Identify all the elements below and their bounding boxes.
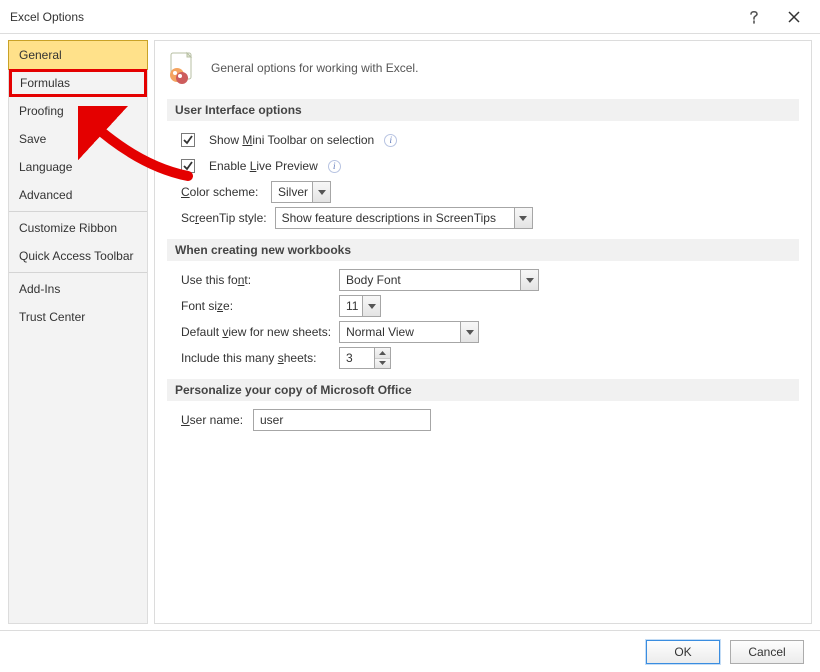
sidebar-item-language[interactable]: Language bbox=[9, 153, 147, 181]
sidebar-item-customize-ribbon[interactable]: Customize Ribbon bbox=[9, 214, 147, 242]
sidebar-item-advanced[interactable]: Advanced bbox=[9, 181, 147, 209]
font-size-select[interactable]: 11 bbox=[339, 295, 381, 317]
color-scheme-select[interactable]: Silver bbox=[271, 181, 331, 203]
screentip-style-row: ScreenTip style: Show feature descriptio… bbox=[181, 207, 799, 229]
user-name-label: User name: bbox=[181, 413, 245, 427]
enable-live-preview-label: Enable Live Preview bbox=[209, 159, 318, 173]
chevron-down-icon bbox=[520, 270, 538, 290]
default-font-select[interactable]: Body Font bbox=[339, 269, 539, 291]
default-view-select[interactable]: Normal View bbox=[339, 321, 479, 343]
help-button[interactable] bbox=[734, 2, 774, 32]
enable-live-preview-checkbox[interactable] bbox=[181, 159, 195, 173]
category-sidebar: GeneralFormulasProofingSaveLanguageAdvan… bbox=[8, 40, 148, 624]
section-header-personalize: Personalize your copy of Microsoft Offic… bbox=[167, 379, 799, 401]
user-name-input[interactable]: user bbox=[253, 409, 431, 431]
general-options-icon bbox=[167, 51, 201, 85]
titlebar: Excel Options bbox=[0, 0, 820, 34]
color-scheme-row: Color scheme: Silver bbox=[181, 181, 799, 203]
page-header: General options for working with Excel. bbox=[167, 51, 799, 85]
chevron-down-icon bbox=[460, 322, 478, 342]
spinner-up-icon[interactable] bbox=[375, 348, 390, 359]
dialog-footer: OK Cancel bbox=[0, 630, 820, 672]
ok-button[interactable]: OK bbox=[646, 640, 720, 664]
content-panel: General options for working with Excel. … bbox=[154, 40, 812, 624]
font-size-row: Font size: 11 bbox=[181, 295, 799, 317]
screentip-style-select[interactable]: Show feature descriptions in ScreenTips bbox=[275, 207, 533, 229]
default-font-label: Use this font: bbox=[181, 273, 331, 287]
cancel-button[interactable]: Cancel bbox=[730, 640, 804, 664]
close-button[interactable] bbox=[774, 2, 814, 32]
info-icon[interactable]: i bbox=[384, 134, 397, 147]
section-header-ui: User Interface options bbox=[167, 99, 799, 121]
chevron-down-icon bbox=[312, 182, 330, 202]
screentip-style-label: ScreenTip style: bbox=[181, 211, 267, 225]
chevron-down-icon bbox=[514, 208, 532, 228]
enable-live-preview-row: Enable Live Preview i bbox=[181, 155, 799, 177]
default-view-label: Default view for new sheets: bbox=[181, 325, 331, 339]
excel-options-dialog: Excel Options GeneralFormulasProofingSav… bbox=[0, 0, 820, 672]
sheets-count-label: Include this many sheets: bbox=[181, 351, 331, 365]
close-icon bbox=[788, 11, 800, 23]
help-icon bbox=[749, 10, 759, 24]
spinner-down-icon[interactable] bbox=[375, 359, 390, 369]
sheets-count-row: Include this many sheets: 3 bbox=[181, 347, 799, 369]
check-icon bbox=[183, 161, 193, 171]
sidebar-item-formulas[interactable]: Formulas bbox=[9, 69, 147, 97]
info-icon[interactable]: i bbox=[328, 160, 341, 173]
sidebar-item-save[interactable]: Save bbox=[9, 125, 147, 153]
font-size-label: Font size: bbox=[181, 299, 331, 313]
chevron-down-icon bbox=[362, 296, 380, 316]
sidebar-separator bbox=[9, 211, 147, 212]
sidebar-item-add-ins[interactable]: Add-Ins bbox=[9, 275, 147, 303]
sidebar-separator bbox=[9, 272, 147, 273]
section-header-workbooks: When creating new workbooks bbox=[167, 239, 799, 261]
dialog-title: Excel Options bbox=[10, 10, 84, 24]
sidebar-item-trust-center[interactable]: Trust Center bbox=[9, 303, 147, 331]
show-mini-toolbar-row: Show Mini Toolbar on selection i bbox=[181, 129, 799, 151]
show-mini-toolbar-checkbox[interactable] bbox=[181, 133, 195, 147]
default-view-row: Default view for new sheets: Normal View bbox=[181, 321, 799, 343]
default-font-row: Use this font: Body Font bbox=[181, 269, 799, 291]
user-name-row: User name: user bbox=[181, 409, 799, 431]
color-scheme-label: Color scheme: bbox=[181, 185, 263, 199]
sidebar-item-general[interactable]: General bbox=[8, 40, 148, 70]
sidebar-item-proofing[interactable]: Proofing bbox=[9, 97, 147, 125]
show-mini-toolbar-label: Show Mini Toolbar on selection bbox=[209, 133, 374, 147]
sheets-count-spinner[interactable]: 3 bbox=[339, 347, 391, 369]
check-icon bbox=[183, 135, 193, 145]
sidebar-item-quick-access-toolbar[interactable]: Quick Access Toolbar bbox=[9, 242, 147, 270]
page-description: General options for working with Excel. bbox=[211, 61, 418, 75]
